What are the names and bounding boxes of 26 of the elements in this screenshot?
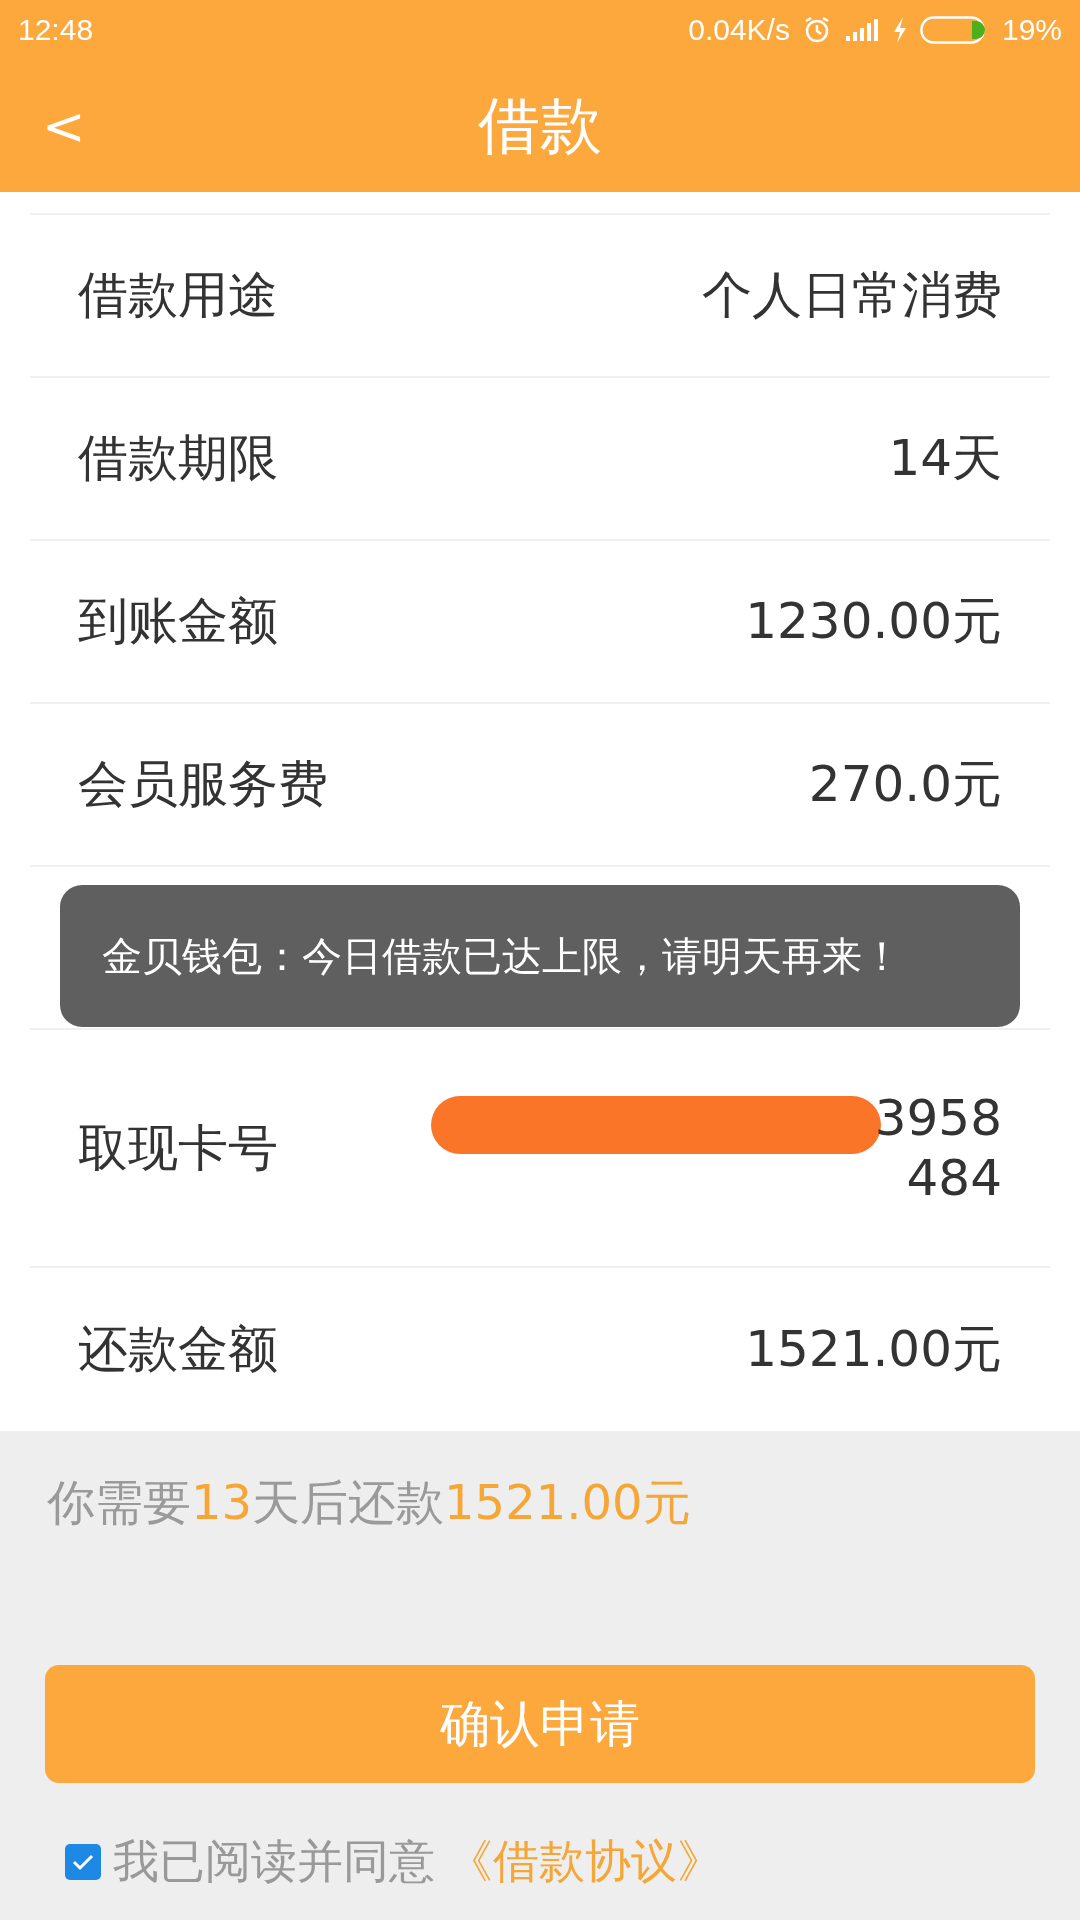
toast-message: 金贝钱包：今日借款已达上限，请明天再来！ bbox=[102, 932, 903, 981]
row-value: 14天 bbox=[888, 428, 1002, 489]
page-title: 借款 bbox=[478, 88, 602, 164]
row-label: 取现卡号 bbox=[78, 1117, 278, 1179]
signal-icon bbox=[843, 18, 880, 42]
agreement-checkbox[interactable] bbox=[65, 1844, 101, 1880]
row-label: 到账金额 bbox=[78, 591, 278, 652]
row-value: 1230.00元 bbox=[745, 591, 1002, 652]
row-value: 1521.00元 bbox=[745, 1319, 1002, 1380]
back-button[interactable]: < bbox=[30, 96, 98, 156]
network-speed: 0.04K/s bbox=[688, 13, 790, 47]
row-value: 270.0元 bbox=[808, 754, 1002, 815]
row-value: 个人日常消费 bbox=[702, 265, 1002, 326]
card-number: 484 bbox=[905, 1148, 1002, 1208]
charging-icon bbox=[891, 16, 908, 44]
row-label: 借款用途 bbox=[78, 265, 278, 326]
card-number: 3958 bbox=[874, 1088, 1002, 1148]
battery-percentage: 19% bbox=[1001, 13, 1062, 47]
row-label: 还款金额 bbox=[78, 1319, 278, 1380]
clock: 12:48 bbox=[18, 13, 94, 47]
row-label: 会员服务费 bbox=[78, 754, 328, 815]
repayment-summary: 你需要13天后还款1521.00元 bbox=[46, 1473, 692, 1532]
agreement-text: 我已阅读并同意 bbox=[113, 1833, 435, 1890]
confirm-button[interactable]: 确认申请 bbox=[45, 1665, 1035, 1783]
agreement-link[interactable]: 《借款协议》 bbox=[447, 1831, 723, 1893]
row-label: 借款期限 bbox=[78, 428, 278, 489]
